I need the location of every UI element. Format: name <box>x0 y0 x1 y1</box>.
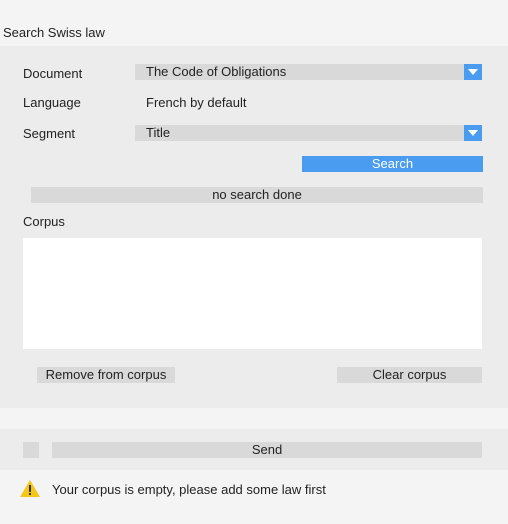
language-value: French by default <box>146 95 247 110</box>
send-button[interactable]: Send <box>52 442 482 458</box>
corpus-label: Corpus <box>23 214 65 229</box>
warning-icon <box>20 480 40 497</box>
search-status: no search done <box>31 187 483 203</box>
segment-select-value: Title <box>146 125 171 140</box>
language-label: Language <box>23 95 81 110</box>
corpus-list[interactable] <box>23 238 482 349</box>
window-title: Search Swiss law <box>3 25 105 40</box>
send-checkbox[interactable] <box>23 442 39 458</box>
document-select[interactable]: The Code of Obligations <box>135 64 482 80</box>
segment-label: Segment <box>23 126 76 141</box>
document-label: Document <box>23 66 83 81</box>
search-button[interactable]: Search <box>302 156 483 172</box>
warning-message: Your corpus is empty, please add some la… <box>52 482 326 497</box>
remove-from-corpus-button[interactable]: Remove from corpus <box>37 367 175 383</box>
chevron-down-icon[interactable] <box>464 125 482 141</box>
document-select-value: The Code of Obligations <box>146 64 287 79</box>
chevron-down-icon[interactable] <box>464 64 482 80</box>
segment-select[interactable]: Title <box>135 125 482 141</box>
clear-corpus-button[interactable]: Clear corpus <box>337 367 482 383</box>
